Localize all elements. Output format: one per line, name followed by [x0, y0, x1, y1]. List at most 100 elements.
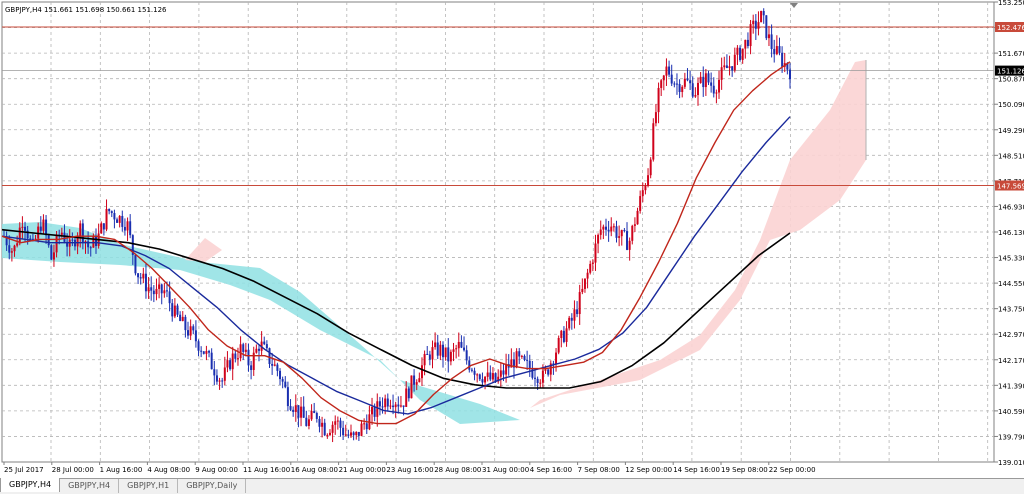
- candle-body: [349, 432, 352, 436]
- tab-gbpjpy-h4-active[interactable]: GBPJPY,H4: [0, 478, 61, 492]
- candle-body: [547, 369, 550, 375]
- tab-gbpjpy-h1[interactable]: GBPJPY,H1: [119, 479, 179, 493]
- y-tick-label: 143.750: [998, 306, 1024, 314]
- candle-body: [334, 421, 337, 425]
- chart-header-text: GBPJPY,H4 151.661 151.698 150.661 151.12…: [5, 6, 167, 14]
- candle-body: [250, 365, 253, 370]
- y-tick-label: 151.670: [998, 50, 1024, 58]
- candle-body: [129, 221, 132, 236]
- candle-body: [710, 82, 713, 86]
- candle-body: [63, 232, 66, 242]
- candle-body: [413, 375, 416, 385]
- candle-body: [557, 337, 560, 353]
- y-tick-label: 139.790: [998, 433, 1024, 441]
- candle-body: [633, 224, 636, 226]
- x-tick-label: 4 Sep 16:00: [530, 466, 572, 474]
- candle-body: [568, 317, 571, 329]
- candle-body: [520, 355, 523, 357]
- candle-body: [126, 221, 129, 231]
- candle-body: [257, 348, 260, 351]
- candle-body: [628, 240, 631, 250]
- candle-body: [436, 342, 439, 356]
- x-tick-label: 1 Aug 16:00: [100, 466, 143, 474]
- candle-body: [79, 223, 82, 237]
- candle-body: [181, 316, 184, 321]
- candle-body: [505, 363, 508, 375]
- candle-body: [347, 434, 350, 436]
- candle-body: [378, 401, 381, 407]
- candle-body: [305, 417, 308, 426]
- candle-body: [386, 398, 389, 407]
- candle-body: [152, 290, 155, 295]
- candle-body: [707, 73, 710, 83]
- candle-body: [678, 83, 681, 93]
- candle-body: [415, 382, 418, 385]
- candle-body: [460, 341, 463, 348]
- candle-body: [226, 360, 229, 368]
- candle-body: [654, 112, 657, 124]
- candle-body: [286, 387, 289, 407]
- candle-bear: [50, 244, 53, 261]
- candle-body: [336, 420, 339, 422]
- candle-body: [323, 422, 326, 436]
- x-tick-label: 12 Sep 00:00: [625, 466, 672, 474]
- candle-bull: [515, 348, 518, 369]
- x-tick-label: 23 Aug 16:00: [386, 466, 433, 474]
- candle-body: [712, 85, 715, 94]
- candle-body: [484, 376, 487, 383]
- candle-body: [165, 290, 168, 292]
- candle-body: [52, 252, 55, 260]
- candle-body: [594, 243, 597, 263]
- candle-body: [760, 11, 763, 23]
- candle-body: [428, 354, 431, 360]
- tab-gbpjpy-daily[interactable]: GBPJPY,Daily: [178, 479, 247, 493]
- candle-body: [50, 245, 53, 260]
- candle-body: [297, 405, 300, 418]
- candle-body: [121, 215, 124, 227]
- candle-body: [163, 290, 166, 294]
- candle-body: [746, 39, 749, 47]
- candle-body: [518, 351, 521, 357]
- x-tick-label: 19 Sep 08:00: [721, 466, 768, 474]
- candle-body: [192, 326, 195, 331]
- candle-body: [397, 404, 400, 407]
- candle-body: [360, 423, 363, 436]
- candle-body: [607, 229, 610, 232]
- candle-body: [626, 231, 629, 250]
- candle-body: [263, 341, 266, 345]
- candle-body: [452, 349, 455, 352]
- candle-body: [315, 413, 318, 419]
- candle-body: [331, 424, 334, 433]
- candle-body: [276, 364, 279, 371]
- candle-body: [197, 341, 200, 351]
- candle-body: [381, 406, 384, 408]
- candle-body: [184, 316, 187, 331]
- candle-body: [612, 226, 615, 228]
- candle-body: [273, 364, 276, 366]
- candle-body: [583, 278, 586, 289]
- candle-body: [499, 370, 502, 377]
- candle-body: [586, 272, 589, 279]
- candle-body: [665, 66, 668, 76]
- candle-body: [328, 432, 331, 435]
- candle-body: [247, 349, 250, 366]
- candle-body: [515, 351, 518, 368]
- candle-body: [702, 76, 705, 88]
- candle-body: [281, 379, 284, 382]
- tab-gbpjpy-h4[interactable]: GBPJPY,H4: [60, 479, 120, 493]
- candle-body: [118, 215, 121, 223]
- candle-body: [394, 404, 397, 408]
- candle-body: [781, 52, 784, 67]
- candle-body: [147, 287, 150, 292]
- candle-body: [176, 305, 179, 315]
- candle-body: [134, 254, 137, 274]
- candle-body: [615, 226, 618, 238]
- candle-body: [221, 380, 224, 382]
- candle-body: [675, 83, 678, 85]
- candle-body: [644, 185, 647, 191]
- candle-body: [173, 305, 176, 317]
- candle-body: [402, 405, 405, 407]
- candle-body: [736, 47, 739, 55]
- candle-body: [223, 367, 226, 381]
- candle-body: [108, 208, 111, 212]
